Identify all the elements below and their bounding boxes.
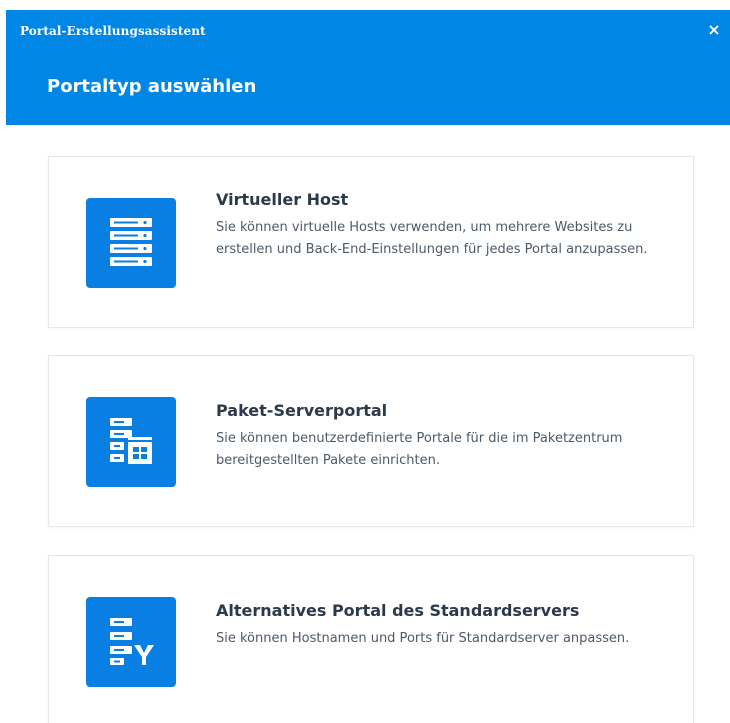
wizard-title: Portal-Erstellungsassistent — [20, 24, 206, 38]
option-card-virtual-host[interactable]: Virtueller Host Sie können virtuelle Hos… — [48, 156, 694, 328]
option-title: Virtueller Host — [216, 190, 349, 209]
option-description: Sie können virtuelle Hosts verwenden, um… — [216, 220, 648, 257]
option-card-alternative-default-portal[interactable]: Alternatives Portal des Standardservers … — [48, 555, 694, 723]
package-server-icon — [86, 397, 176, 487]
step-title: Portaltyp auswählen — [47, 76, 257, 97]
server-alternate-icon — [86, 597, 176, 687]
option-text: Alternatives Portal des Standardservers … — [216, 601, 673, 650]
option-description: Sie können benutzerdefinierte Portale fü… — [216, 431, 623, 468]
option-card-package-server-portal[interactable]: Paket-Serverportal Sie können benutzerde… — [48, 355, 694, 527]
close-button[interactable]: × — [704, 20, 724, 40]
option-description: Sie können Hostnamen und Ports für Stand… — [216, 631, 630, 646]
option-title: Alternatives Portal des Standardservers — [216, 601, 580, 620]
option-text: Virtueller Host Sie können virtuelle Hos… — [216, 190, 673, 261]
server-list-icon — [86, 198, 176, 288]
portal-wizard-window: Portal-Erstellungsassistent × Portaltyp … — [6, 10, 730, 723]
wizard-header: Portal-Erstellungsassistent × Portaltyp … — [6, 10, 730, 125]
option-text: Paket-Serverportal Sie können benutzerde… — [216, 401, 673, 472]
option-title: Paket-Serverportal — [216, 401, 388, 420]
